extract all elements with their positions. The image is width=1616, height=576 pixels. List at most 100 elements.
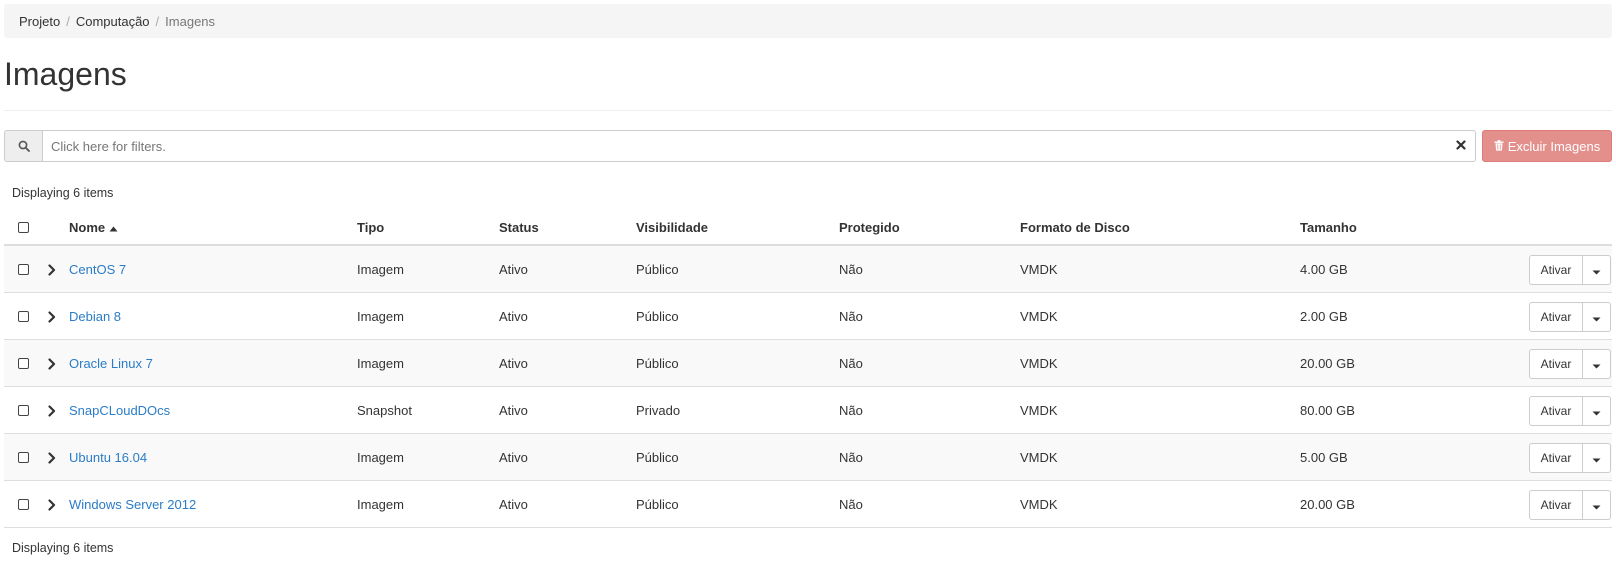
image-protected: Não — [839, 309, 863, 324]
image-size: 20.00 GB — [1300, 356, 1355, 371]
row-checkbox[interactable] — [18, 405, 29, 416]
row-select-cell — [18, 387, 29, 434]
image-size: 5.00 GB — [1300, 450, 1348, 465]
chevron-right-icon[interactable] — [48, 434, 56, 481]
table-row: CentOS 7 Imagem Ativo Público Não VMDK 4… — [4, 246, 1612, 293]
image-name-link[interactable]: Debian 8 — [69, 309, 121, 324]
image-status: Ativo — [499, 356, 528, 371]
image-protected: Não — [839, 497, 863, 512]
launch-button[interactable]: Ativar — [1529, 396, 1583, 426]
actions-dropdown-toggle[interactable] — [1583, 349, 1611, 379]
chevron-right-icon[interactable] — [48, 293, 56, 340]
actions-dropdown-toggle[interactable] — [1583, 255, 1611, 285]
caret-down-icon — [1592, 451, 1601, 466]
image-name-cell: Debian 8 — [69, 293, 121, 340]
row-actions: Ativar — [1529, 490, 1611, 520]
launch-button[interactable]: Ativar — [1529, 490, 1583, 520]
launch-button[interactable]: Ativar — [1529, 255, 1583, 285]
search-icon[interactable] — [4, 130, 42, 162]
filter-bar — [4, 130, 1476, 162]
image-status: Ativo — [499, 497, 528, 512]
image-size: 20.00 GB — [1300, 497, 1355, 512]
filter-input[interactable] — [42, 130, 1476, 162]
close-icon[interactable] — [1454, 138, 1468, 152]
image-protected: Não — [839, 356, 863, 371]
column-header-status[interactable]: Status — [499, 208, 539, 246]
image-status: Ativo — [499, 262, 528, 277]
image-name-cell: Ubuntu 16.04 — [69, 434, 147, 481]
image-name-link[interactable]: Windows Server 2012 — [69, 497, 196, 512]
column-header-protected[interactable]: Protegido — [839, 208, 900, 246]
column-header-visibility[interactable]: Visibilidade — [636, 208, 708, 246]
launch-button[interactable]: Ativar — [1529, 443, 1583, 473]
title-divider — [4, 110, 1612, 111]
launch-button[interactable]: Ativar — [1529, 349, 1583, 379]
row-select-cell — [18, 293, 29, 340]
image-protected: Não — [839, 403, 863, 418]
actions-dropdown-toggle[interactable] — [1583, 443, 1611, 473]
chevron-right-icon[interactable] — [48, 387, 56, 434]
image-visibility: Público — [636, 450, 679, 465]
image-name-link[interactable]: Oracle Linux 7 — [69, 356, 153, 371]
row-checkbox[interactable] — [18, 358, 29, 369]
filter-input-wrapper — [42, 130, 1476, 162]
delete-images-button[interactable]: Excluir Imagens — [1482, 130, 1612, 162]
column-header-size[interactable]: Tamanho — [1300, 208, 1357, 246]
image-name-link[interactable]: Ubuntu 16.04 — [69, 450, 147, 465]
table-row: Ubuntu 16.04 Imagem Ativo Público Não VM… — [4, 434, 1612, 481]
chevron-right-icon[interactable] — [48, 246, 56, 293]
row-select-cell — [18, 246, 29, 293]
select-all-cell — [18, 208, 29, 246]
image-visibility: Público — [636, 309, 679, 324]
table-row: Debian 8 Imagem Ativo Público Não VMDK 2… — [4, 293, 1612, 340]
image-name-link[interactable]: CentOS 7 — [69, 262, 126, 277]
table-body: CentOS 7 Imagem Ativo Público Não VMDK 4… — [4, 246, 1612, 528]
image-status: Ativo — [499, 403, 528, 418]
sort-asc-icon — [109, 220, 118, 235]
caret-down-icon — [1592, 498, 1601, 513]
row-checkbox[interactable] — [18, 311, 29, 322]
select-all-checkbox[interactable] — [18, 221, 29, 233]
image-protected: Não — [839, 262, 863, 277]
image-name-cell: CentOS 7 — [69, 246, 126, 293]
row-actions: Ativar — [1529, 443, 1611, 473]
column-header-type[interactable]: Tipo — [357, 208, 384, 246]
image-visibility: Público — [636, 497, 679, 512]
chevron-right-icon[interactable] — [48, 481, 56, 528]
launch-button[interactable]: Ativar — [1529, 302, 1583, 332]
column-header-disk-format[interactable]: Formato de Disco — [1020, 208, 1130, 246]
image-visibility: Privado — [636, 403, 681, 418]
image-disk-format: VMDK — [1020, 309, 1058, 324]
column-header-name-label: Nome — [69, 219, 106, 235]
image-disk-format: VMDK — [1020, 356, 1058, 371]
image-disk-format: VMDK — [1020, 262, 1058, 277]
row-actions: Ativar — [1529, 396, 1611, 426]
row-checkbox[interactable] — [18, 452, 29, 463]
row-actions: Ativar — [1529, 349, 1611, 379]
caret-down-icon — [1592, 404, 1601, 419]
breadcrumb-item-computacao[interactable]: Computação — [76, 14, 150, 29]
image-type: Imagem — [357, 497, 404, 512]
image-name-link[interactable]: SnapCLoudDOcs — [69, 403, 170, 418]
image-size: 4.00 GB — [1300, 262, 1348, 277]
row-checkbox[interactable] — [18, 264, 29, 275]
breadcrumb-item-projeto[interactable]: Projeto — [19, 14, 60, 29]
breadcrumb-separator: / — [66, 13, 70, 29]
column-header-name[interactable]: Nome — [69, 208, 118, 246]
image-visibility: Público — [636, 262, 679, 277]
image-protected: Não — [839, 450, 863, 465]
table-row: Windows Server 2012 Imagem Ativo Público… — [4, 481, 1612, 528]
image-size: 2.00 GB — [1300, 309, 1348, 324]
actions-dropdown-toggle[interactable] — [1583, 490, 1611, 520]
actions-dropdown-toggle[interactable] — [1583, 396, 1611, 426]
chevron-right-icon[interactable] — [48, 340, 56, 387]
caret-down-icon — [1592, 357, 1601, 372]
row-checkbox[interactable] — [18, 499, 29, 510]
image-disk-format: VMDK — [1020, 403, 1058, 418]
image-type: Imagem — [357, 309, 404, 324]
row-select-cell — [18, 434, 29, 481]
image-size: 80.00 GB — [1300, 403, 1355, 418]
actions-dropdown-toggle[interactable] — [1583, 302, 1611, 332]
caret-down-icon — [1592, 263, 1601, 278]
caret-down-icon — [1592, 310, 1601, 325]
